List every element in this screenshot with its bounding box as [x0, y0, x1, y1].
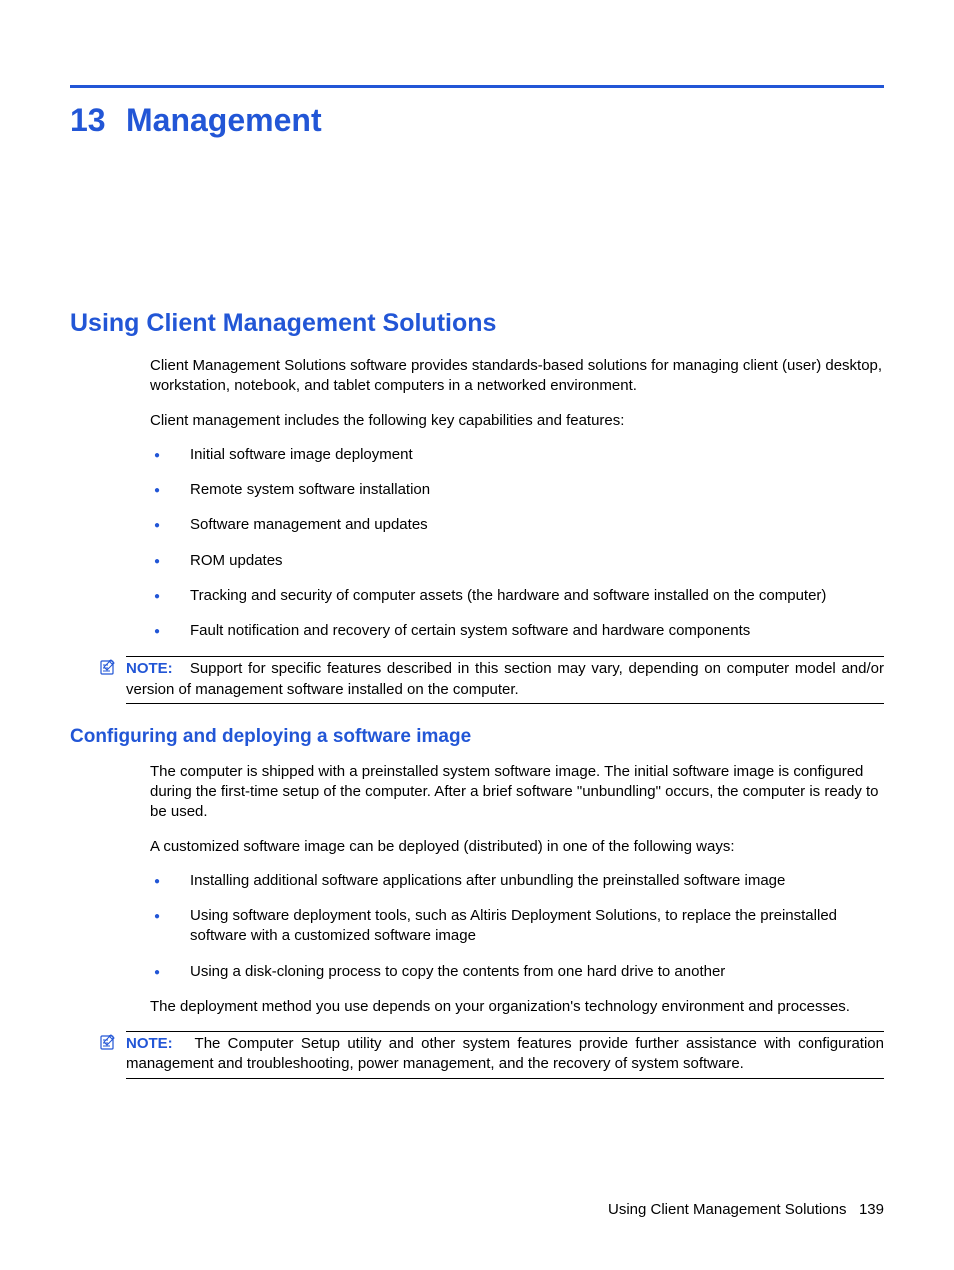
paragraph: The deployment method you use depends on…	[150, 997, 884, 1017]
section1-body: Client Management Solutions software pro…	[150, 356, 884, 641]
note-block: NOTE: The Computer Setup utility and oth…	[126, 1031, 884, 1079]
list-item: ROM updates	[150, 551, 884, 571]
note-label: NOTE:	[126, 1035, 173, 1052]
list-item: Software management and updates	[150, 515, 884, 535]
note-text: The Computer Setup utility and other sys…	[126, 1035, 884, 1072]
chapter-title: Management	[126, 102, 322, 139]
note-block: NOTE: Support for specific features desc…	[126, 656, 884, 704]
list-item: Using software deployment tools, such as…	[150, 906, 884, 947]
note-label: NOTE:	[126, 660, 173, 677]
bullet-list: Initial software image deployment Remote…	[150, 445, 884, 642]
note-text: Support for specific features described …	[126, 660, 884, 697]
list-item: Tracking and security of computer assets…	[150, 586, 884, 606]
list-item: Fault notification and recovery of certa…	[150, 621, 884, 641]
footer-text: Using Client Management Solutions	[608, 1201, 846, 1218]
note-icon	[100, 1034, 116, 1056]
chapter-number: 13	[70, 102, 126, 139]
paragraph: A customized software image can be deplo…	[150, 837, 884, 857]
paragraph: The computer is shipped with a preinstal…	[150, 762, 884, 823]
section2-body: The computer is shipped with a preinstal…	[150, 762, 884, 1017]
list-item: Initial software image deployment	[150, 445, 884, 465]
section-heading: Using Client Management Solutions	[70, 309, 884, 338]
paragraph: Client Management Solutions software pro…	[150, 356, 884, 397]
list-item: Using a disk-cloning process to copy the…	[150, 962, 884, 982]
chapter-heading: 13 Management	[70, 102, 884, 139]
list-item: Remote system software installation	[150, 480, 884, 500]
top-rule	[70, 85, 884, 88]
note-icon	[100, 659, 116, 681]
page-footer: Using Client Management Solutions 139	[608, 1201, 884, 1218]
page-number: 139	[859, 1201, 884, 1218]
subsection-heading: Configuring and deploying a software ima…	[70, 726, 884, 748]
bullet-list: Installing additional software applicati…	[150, 871, 884, 982]
list-item: Installing additional software applicati…	[150, 871, 884, 891]
paragraph: Client management includes the following…	[150, 411, 884, 431]
